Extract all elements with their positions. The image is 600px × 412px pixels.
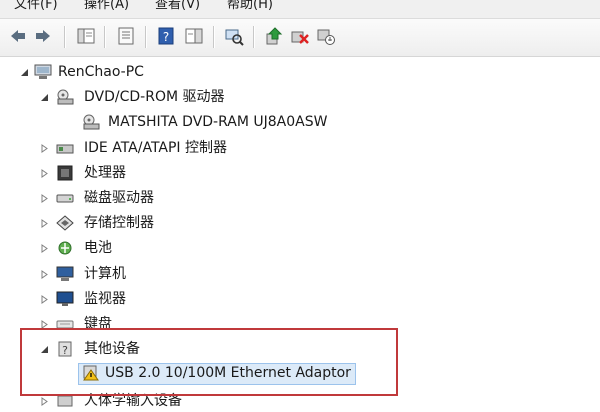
help-icon[interactable]: ? bbox=[156, 26, 176, 46]
highlight-box bbox=[20, 328, 398, 396]
dvd-drive-icon bbox=[57, 89, 74, 105]
collapse-icon[interactable] bbox=[40, 93, 49, 102]
toolbar-separator bbox=[213, 26, 215, 48]
svg-text:?: ? bbox=[163, 30, 169, 44]
expand-icon[interactable] bbox=[40, 144, 49, 153]
tree-item-dvd-device[interactable]: MATSHITA DVD-RAM UJ8A0ASW bbox=[0, 111, 380, 133]
dvd-drive-icon bbox=[83, 114, 100, 130]
menu-view[interactable]: 查看(V) bbox=[155, 0, 200, 12]
toolbar-separator bbox=[64, 26, 66, 48]
toolbar: ? bbox=[0, 19, 600, 57]
properties-icon[interactable] bbox=[116, 26, 136, 46]
expand-icon[interactable] bbox=[40, 295, 49, 304]
tree-item-cpu[interactable]: 处理器 bbox=[0, 162, 300, 184]
tree-item-disk[interactable]: 磁盘驱动器 bbox=[0, 187, 300, 209]
expand-icon[interactable] bbox=[40, 397, 49, 406]
toolbar-separator bbox=[145, 26, 147, 48]
processor-icon bbox=[57, 165, 73, 181]
tree-item-label: IDE ATA/ATAPI 控制器 bbox=[84, 140, 228, 156]
scan-hardware-icon[interactable] bbox=[224, 26, 244, 46]
menu-action[interactable]: 操作(A) bbox=[84, 0, 129, 12]
tree-root-label: RenChao-PC bbox=[58, 64, 144, 80]
tree-item-label: 监视器 bbox=[84, 291, 126, 307]
update-driver-icon[interactable] bbox=[264, 26, 284, 46]
back-icon[interactable] bbox=[8, 26, 28, 46]
battery-icon bbox=[58, 241, 72, 255]
details-pane-icon[interactable] bbox=[184, 26, 204, 46]
monitor-icon bbox=[56, 291, 74, 306]
tree-item-computer[interactable]: 计算机 bbox=[0, 263, 300, 285]
tree-item-label: DVD/CD-ROM 驱动器 bbox=[84, 89, 225, 105]
menu-help[interactable]: 帮助(H) bbox=[227, 0, 273, 12]
expand-icon[interactable] bbox=[40, 270, 49, 279]
expand-icon[interactable] bbox=[40, 244, 49, 253]
menu-bar: 文件(F) 操作(A) 查看(V) 帮助(H) bbox=[0, 0, 600, 19]
tree-item-label: 处理器 bbox=[84, 165, 126, 181]
tree-item-dvd[interactable]: DVD/CD-ROM 驱动器 bbox=[0, 86, 320, 108]
tree-item-ide[interactable]: IDE ATA/ATAPI 控制器 bbox=[0, 137, 300, 159]
show-hide-tree-icon[interactable] bbox=[76, 26, 96, 46]
expand-icon[interactable] bbox=[40, 194, 49, 203]
disable-icon[interactable] bbox=[316, 26, 336, 46]
computer-icon bbox=[34, 64, 52, 79]
toolbar-separator bbox=[104, 26, 106, 48]
tree-item-monitor[interactable]: 监视器 bbox=[0, 288, 300, 310]
storage-controller-icon bbox=[56, 215, 74, 231]
tree-item-battery[interactable]: 电池 bbox=[0, 237, 300, 259]
ide-controller-icon bbox=[56, 144, 74, 154]
tree-item-label: 存储控制器 bbox=[84, 215, 154, 231]
tree-item-label: 计算机 bbox=[84, 266, 126, 282]
forward-icon[interactable] bbox=[33, 26, 53, 46]
expand-icon[interactable] bbox=[40, 169, 49, 178]
collapse-icon[interactable] bbox=[20, 68, 29, 77]
computer-icon bbox=[56, 266, 74, 281]
uninstall-icon[interactable] bbox=[290, 26, 310, 46]
tree-item-storage[interactable]: 存储控制器 bbox=[0, 212, 300, 234]
expand-icon[interactable] bbox=[40, 219, 49, 228]
tree-item-label: MATSHITA DVD-RAM UJ8A0ASW bbox=[108, 114, 328, 130]
tree-item-label: 电池 bbox=[84, 240, 112, 256]
tree-root[interactable]: RenChao-PC bbox=[0, 61, 300, 83]
tree-item-label: 磁盘驱动器 bbox=[84, 190, 154, 206]
toolbar-separator bbox=[253, 26, 255, 48]
menu-file[interactable]: 文件(F) bbox=[14, 0, 58, 12]
disk-drive-icon bbox=[56, 194, 74, 203]
